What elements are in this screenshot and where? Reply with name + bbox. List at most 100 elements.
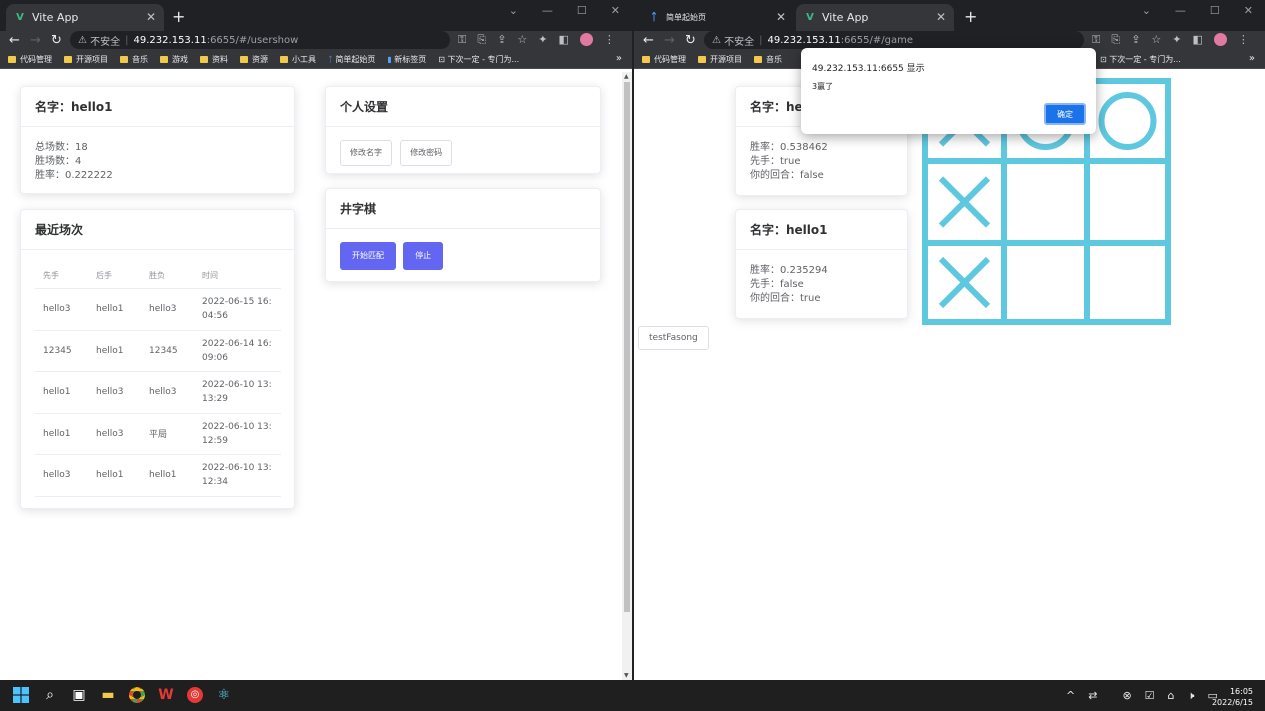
forward-icon[interactable]: → — [664, 33, 675, 48]
board-cell[interactable] — [1087, 161, 1168, 243]
start-button[interactable] — [11, 685, 31, 705]
vue-logo-icon: V — [16, 12, 24, 23]
bookmarks-overflow-icon[interactable]: » — [616, 53, 622, 64]
bookmark-item[interactable]: 代码管理 — [8, 54, 52, 65]
col-second: 后手 — [88, 260, 141, 289]
maximize-button[interactable]: ☐ — [577, 4, 587, 17]
translate-icon[interactable]: ⎘ — [1111, 33, 1120, 47]
close-window-button[interactable]: ✕ — [1244, 4, 1253, 17]
bookmark-item[interactable]: 开源项目 — [64, 54, 108, 65]
system-tray: ^ ⇄ ⊗ ☑ ⌂ 🕨 ▭ — [1066, 689, 1218, 703]
cell-first: 12345 — [35, 330, 88, 372]
scroll-down-icon[interactable]: ▼ — [624, 672, 629, 679]
cell-first: hello3 — [35, 454, 88, 497]
alert-ok-button[interactable]: 确定 — [1044, 103, 1086, 125]
wps-icon[interactable]: W — [156, 685, 176, 705]
new-tab-button[interactable]: + — [172, 7, 185, 26]
board-cell[interactable] — [1087, 243, 1168, 322]
bookmark-item[interactable]: 音乐 — [754, 54, 782, 65]
menu-icon[interactable]: ⋮ — [604, 33, 615, 47]
tray-check-icon[interactable]: ☑ — [1145, 689, 1155, 703]
bookmark-item[interactable]: ⊡ 下次一定 - 专门为... — [438, 54, 519, 65]
bookmark-item[interactable]: 代码管理 — [642, 54, 686, 65]
scrollbar-thumb[interactable] — [624, 82, 630, 612]
board-cell[interactable] — [1004, 161, 1087, 243]
task-view-icon[interactable]: ▣ — [69, 685, 89, 705]
tictactoe-card: 井字棋 开始匹配 停止 — [325, 188, 601, 282]
back-icon[interactable]: ← — [643, 33, 654, 48]
bookmark-item[interactable]: ▮ 新标签页 — [387, 54, 426, 65]
back-icon[interactable]: ← — [9, 33, 20, 48]
close-window-button[interactable]: ✕ — [611, 4, 620, 17]
board-cell[interactable] — [925, 161, 1004, 243]
board-cell[interactable] — [1087, 81, 1168, 161]
star-icon[interactable]: ☆ — [517, 33, 527, 47]
bookmark-item[interactable]: 开源项目 — [698, 54, 742, 65]
address-bar[interactable]: ⚠ 不安全 | 49.232.153.11:6655/#/usershow — [70, 31, 450, 49]
stop-button[interactable]: 停止 — [403, 242, 444, 270]
transfer-icon[interactable]: ⇄ — [1088, 689, 1097, 703]
star-icon[interactable]: ☆ — [1151, 33, 1161, 47]
cell-first: hello1 — [35, 371, 88, 414]
close-tab-icon[interactable]: ✕ — [146, 10, 156, 24]
bookmark-item[interactable]: 小工具 — [280, 54, 316, 65]
react-devtool-icon[interactable]: ⚛ — [214, 685, 234, 705]
profile-avatar[interactable] — [579, 33, 593, 46]
self-first-move: 先手：false — [750, 279, 804, 290]
reload-icon[interactable]: ↻ — [51, 33, 62, 48]
network-icon[interactable]: ⌂ — [1168, 689, 1175, 703]
bookmarks-overflow-icon[interactable]: » — [1249, 53, 1255, 64]
close-tab-icon[interactable]: ✕ — [936, 10, 946, 24]
tab-start-page[interactable]: ᛏ 简单起始页 ✕ — [640, 4, 794, 31]
opponent-win-rate: 胜率：0.538462 — [750, 142, 828, 153]
tray-app-icon[interactable]: ⊗ — [1122, 689, 1131, 703]
forward-icon[interactable]: → — [30, 33, 41, 48]
scroll-up-icon[interactable]: ▲ — [624, 73, 629, 80]
profile-avatar[interactable] — [1213, 33, 1227, 46]
tab-search-icon[interactable]: ⌄ — [1142, 4, 1151, 17]
close-tab-icon[interactable]: ✕ — [776, 10, 786, 24]
chrome-icon[interactable] — [127, 685, 147, 705]
bookmark-item[interactable]: 资料 — [200, 54, 228, 65]
search-icon[interactable]: ⌕ — [40, 685, 60, 705]
menu-icon[interactable]: ⋮ — [1238, 33, 1249, 47]
share-icon[interactable]: ⇪ — [1131, 33, 1140, 47]
new-tab-button[interactable]: + — [964, 7, 977, 26]
chevron-up-icon[interactable]: ^ — [1066, 689, 1075, 703]
test-send-button[interactable]: testFasong — [638, 326, 709, 350]
bookmarks-bar: 代码管理 开源项目 音乐 游戏 资料 资源 小工具 ᛏ 简单起始页 ▮ 新标签页… — [0, 51, 632, 69]
translate-icon[interactable]: ⎘ — [477, 33, 486, 47]
extensions-icon[interactable]: ✦ — [1172, 33, 1181, 47]
page-scrollbar[interactable]: ▲ ▼ — [622, 72, 632, 680]
sidepanel-icon[interactable]: ◧ — [1193, 33, 1203, 47]
clock[interactable]: 16:05 2022/6/15 — [1212, 686, 1253, 708]
change-password-button[interactable]: 修改密码 — [400, 140, 453, 166]
key-icon[interactable]: ⚿ — [1092, 33, 1100, 47]
file-explorer-icon[interactable]: ▬ — [98, 685, 118, 705]
change-name-button[interactable]: 修改名字 — [340, 140, 392, 166]
minimize-button[interactable]: — — [1175, 4, 1186, 17]
bookmark-item[interactable]: ⊡ 下次一定 - 专门为... — [1100, 54, 1181, 65]
tab-vite-app[interactable]: V Vite App ✕ — [6, 4, 164, 31]
address-bar[interactable]: ⚠ 不安全 | 49.232.153.11:6655/#/game — [704, 31, 1084, 49]
sidepanel-icon[interactable]: ◧ — [559, 33, 569, 47]
tab-vite-app[interactable]: V Vite App ✕ — [796, 4, 954, 31]
netease-music-icon[interactable]: ◎ — [185, 685, 205, 705]
cell-time: 2022-06-10 13:12:34 — [194, 454, 281, 497]
bookmark-item[interactable]: 资源 — [240, 54, 268, 65]
key-icon[interactable]: ⚿ — [458, 33, 466, 47]
start-match-button[interactable]: 开始匹配 — [340, 242, 396, 270]
maximize-button[interactable]: ☐ — [1210, 4, 1220, 17]
reload-icon[interactable]: ↻ — [685, 33, 696, 48]
bookmark-item[interactable]: 音乐 — [120, 54, 148, 65]
window-controls: ⌄ — ☐ ✕ — [1142, 4, 1253, 17]
extensions-icon[interactable]: ✦ — [538, 33, 547, 47]
tab-search-icon[interactable]: ⌄ — [509, 4, 518, 17]
board-cell[interactable] — [925, 243, 1004, 322]
board-cell[interactable] — [1004, 243, 1087, 322]
bookmark-item[interactable]: 游戏 — [160, 54, 188, 65]
share-icon[interactable]: ⇪ — [497, 33, 506, 47]
bookmark-item[interactable]: ᛏ 简单起始页 — [328, 54, 375, 65]
volume-muted-icon[interactable]: 🕨 — [1188, 689, 1195, 703]
minimize-button[interactable]: — — [542, 4, 553, 17]
